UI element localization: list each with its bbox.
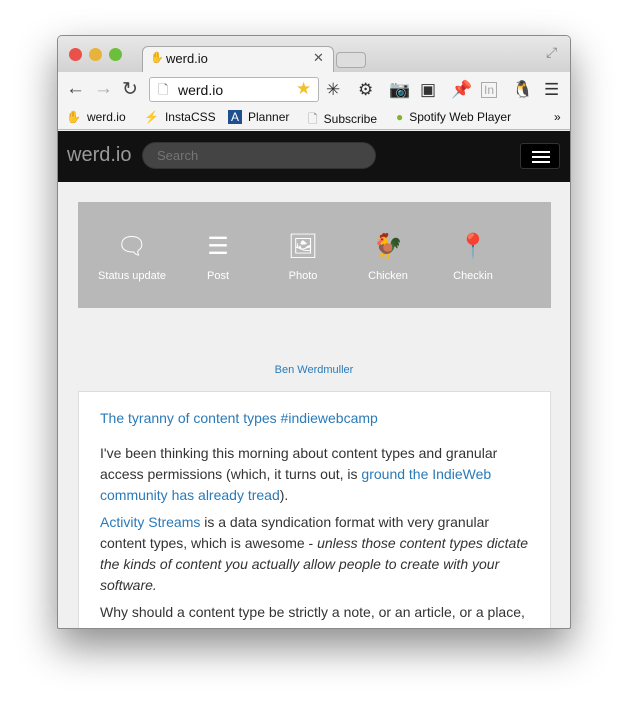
content-type-photo[interactable]: 🖼 Photo xyxy=(258,232,348,282)
browser-window: ✋ werd.io ✕ ⤢ ← → ↻ 🗋 werd.io ★ ✳ ⚙ 📷 ▣ … xyxy=(57,35,571,629)
more-bookmarks-icon[interactable]: » xyxy=(554,110,561,124)
post-paragraph: Why should a content type be strictly a … xyxy=(100,604,525,620)
content-type-status-update[interactable]: 🗨 Status update xyxy=(87,232,177,282)
back-icon[interactable]: ← xyxy=(66,78,85,100)
bookmark-spotify[interactable]: ● Spotify Web Player xyxy=(396,110,511,124)
asterisk-icon[interactable]: ✳ xyxy=(326,80,340,100)
image-icon: 🖼 xyxy=(287,233,319,260)
bookmark-label: Spotify Web Player xyxy=(409,110,512,124)
penguin-icon[interactable]: 🐧 xyxy=(512,80,533,100)
menu-button[interactable] xyxy=(520,143,560,169)
page-icon: 🗋 xyxy=(158,82,169,97)
chrome-menu-icon[interactable]: ☰ xyxy=(544,80,559,100)
planner-icon: A xyxy=(228,110,243,124)
site-logo[interactable]: werd.io xyxy=(67,144,131,167)
bookmarks-bar: ✋ werd.io ⚡ InstaCSS A Planner 🗋 Subscribe ●… xyxy=(58,106,570,130)
bookmark-subscribe[interactable]: 🗋 Subscribe xyxy=(308,110,377,131)
fullscreen-icon[interactable]: ⤢ xyxy=(546,44,557,61)
page-icon: 🗋 xyxy=(308,112,318,126)
content-type-label: Chicken xyxy=(368,270,408,282)
gear-icon[interactable]: ⚙ xyxy=(358,80,373,100)
reload-icon[interactable]: ↻ xyxy=(122,78,138,101)
address-bar[interactable]: 🗋 werd.io ★ xyxy=(149,77,319,102)
content-type-label: Photo xyxy=(288,270,318,282)
zoom-window-button[interactable] xyxy=(109,48,122,61)
content-type-checkin[interactable]: 📍 Checkin xyxy=(428,232,518,282)
chicken-icon: 🐓 xyxy=(373,233,403,260)
align-left-icon: ☰ xyxy=(207,233,229,260)
minimize-window-button[interactable] xyxy=(89,48,102,61)
site-header: werd.io xyxy=(58,131,570,182)
content-type-label: Post xyxy=(206,270,229,282)
bookmark-label: Subscribe xyxy=(323,112,378,126)
content-type-bar: 🗨 Status update ☰ Post 🖼 Photo 🐓 Chicken 📍 Ch… xyxy=(78,202,551,308)
post-paragraph: I've been thinking this morning about co… xyxy=(100,443,529,506)
search-input[interactable] xyxy=(142,142,376,169)
content-type-label: Status update xyxy=(98,270,166,282)
bookmark-label: InstaCSS xyxy=(164,110,216,124)
activity-streams-link[interactable]: Activity Streams xyxy=(100,514,200,530)
bookmark-label: Planner xyxy=(248,110,290,124)
bookmark-werd-io[interactable]: ✋ werd.io xyxy=(66,110,126,124)
tab-title: werd.io xyxy=(166,51,208,66)
content-type-post[interactable]: ☰ Post xyxy=(173,232,263,282)
bookmark-planner[interactable]: A Planner xyxy=(228,110,289,124)
map-pin-icon: 📍 xyxy=(458,233,488,260)
url-text: werd.io xyxy=(178,82,224,98)
bookmark-label: werd.io xyxy=(86,110,126,124)
favicon-icon: ✋ xyxy=(66,110,81,124)
post-paragraph: Activity Streams is a data syndication f… xyxy=(100,512,529,596)
new-tab-button[interactable] xyxy=(336,52,366,68)
lightning-icon: ⚡ xyxy=(144,110,159,124)
spotify-icon: ● xyxy=(396,110,404,124)
forward-icon[interactable]: → xyxy=(94,78,113,100)
camera-icon[interactable]: 📷 xyxy=(389,80,410,100)
linkedin-icon[interactable]: In xyxy=(481,82,498,98)
post-card: The tyranny of content types #indiewebca… xyxy=(78,391,551,628)
favicon-icon: ✋ xyxy=(150,52,164,64)
close-tab-icon[interactable]: ✕ xyxy=(313,50,324,66)
speech-bubble-icon: 🗨 xyxy=(116,233,148,260)
bookmark-instacss[interactable]: ⚡ InstaCSS xyxy=(144,110,216,124)
content-type-chicken[interactable]: 🐓 Chicken xyxy=(343,232,433,282)
pin-icon[interactable]: 📌 xyxy=(451,80,472,100)
close-window-button[interactable] xyxy=(69,48,82,61)
text: ). xyxy=(279,487,289,503)
author-link[interactable]: Ben Werdmuller xyxy=(58,364,570,376)
post-title-link[interactable]: The tyranny of content types #indiewebca… xyxy=(100,410,378,426)
evernote-icon[interactable]: ▣ xyxy=(420,80,436,100)
content-type-label: Checkin xyxy=(453,270,493,282)
star-icon[interactable]: ★ xyxy=(296,79,311,99)
